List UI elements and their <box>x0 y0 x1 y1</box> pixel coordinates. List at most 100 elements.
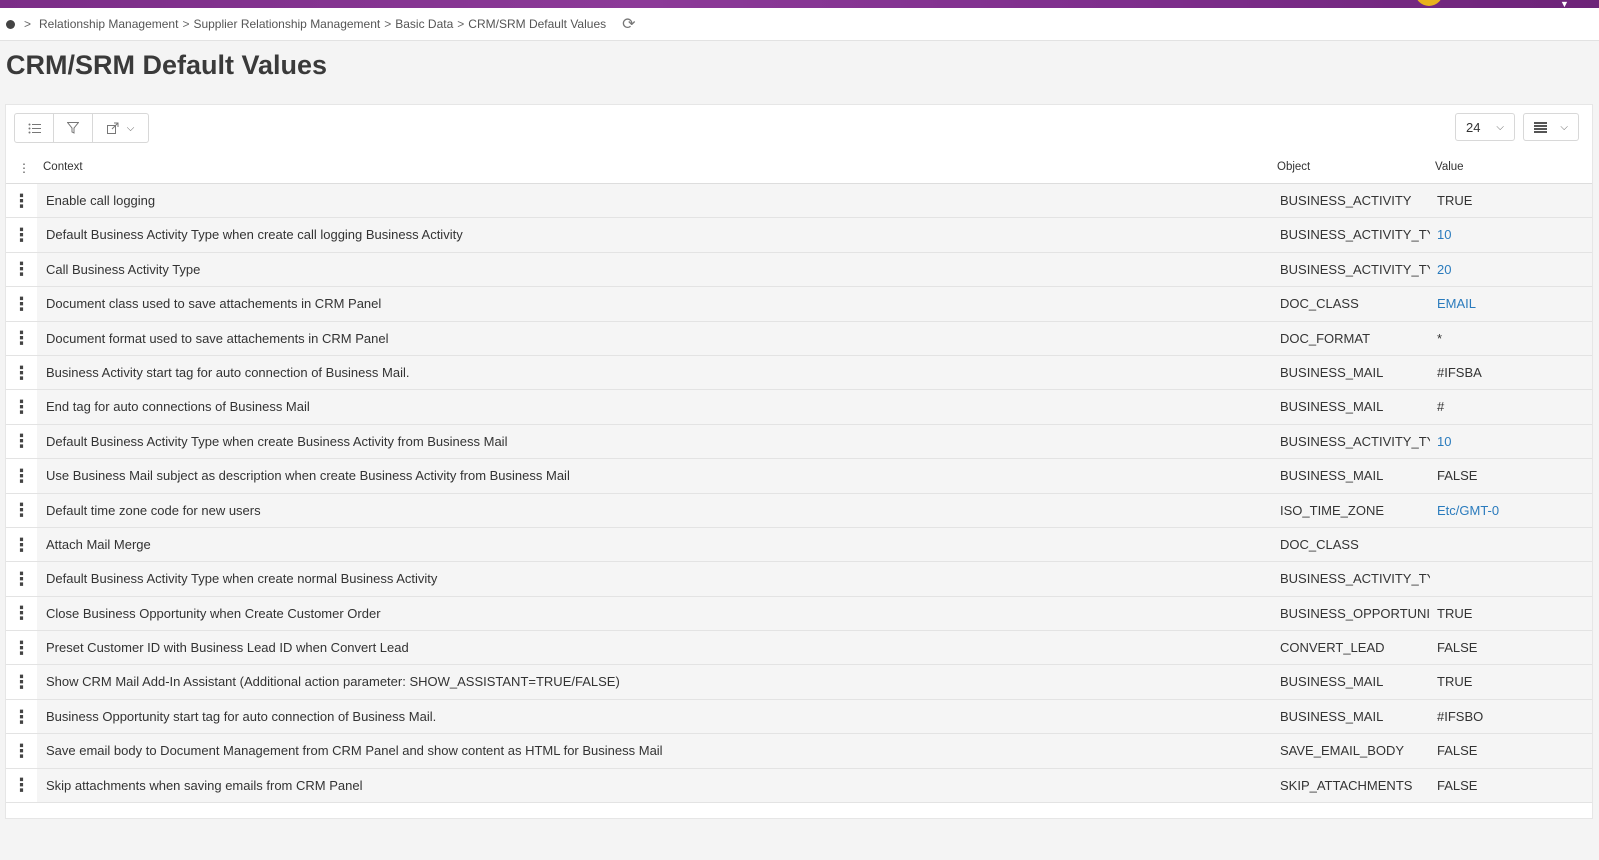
table-row[interactable]: ⋮ Document class used to save attachement… <box>6 287 1592 322</box>
breadcrumb-item-supplier-relationship-management[interactable]: Supplier Relationship Management <box>193 17 380 31</box>
list-view-icon <box>28 123 41 133</box>
column-menu-kebab-icon[interactable]: ⋮ <box>18 161 30 175</box>
cell-value[interactable]: Etc/GMT-0 <box>1437 503 1499 518</box>
cell-object: BUSINESS_ACTIVITY_TYP <box>1280 227 1430 243</box>
page-size-value: 24 <box>1466 119 1481 135</box>
table-row[interactable]: ⋮ Enable call logging BUSINESS_ACTIVITY TRU… <box>6 184 1592 219</box>
kebab-icon[interactable]: ⋮ <box>6 184 37 218</box>
cell-context: Default Business Activity Type when crea… <box>46 571 438 587</box>
kebab-icon[interactable]: ⋮ <box>6 699 37 734</box>
kebab-icon[interactable]: ⋮ <box>6 424 37 459</box>
breadcrumb-separator: > <box>182 17 190 31</box>
density-select[interactable]: ⌵ <box>1523 113 1579 141</box>
cell-context: Use Business Mail subject as description… <box>46 468 570 484</box>
kebab-icon[interactable]: ⋮ <box>6 768 37 803</box>
kebab-icon[interactable]: ⋮ <box>6 321 37 355</box>
cell-context: Default Business Activity Type when crea… <box>46 227 463 243</box>
table-row[interactable]: ⋮ Skip attachments when saving emails fro… <box>6 768 1592 804</box>
breadcrumb-separator: > <box>384 17 392 31</box>
cell-value[interactable]: EMAIL <box>1437 296 1476 311</box>
column-header-value[interactable]: Value <box>1435 161 1464 173</box>
refresh-icon[interactable]: ⟳ <box>622 14 635 34</box>
cell-value: TRUE <box>1437 674 1473 690</box>
table-row[interactable]: ⋮ Default time zone code for new users ISO… <box>6 493 1592 528</box>
table-row[interactable]: ⋮ Attach Mail Merge DOC_CLASS <box>6 527 1592 563</box>
cell-object: BUSINESS_OPPORTUNIT <box>1280 605 1430 621</box>
cell-value: # <box>1437 399 1445 415</box>
cell-value: #IFSBA <box>1437 364 1482 380</box>
kebab-icon[interactable]: ⋮ <box>6 631 37 665</box>
home-dot-icon[interactable] <box>6 19 15 29</box>
kebab-icon[interactable]: ⋮ <box>6 252 37 287</box>
cell-context: Preset Customer ID with Business Lead ID… <box>46 640 409 656</box>
cell-object: SKIP_ATTACHMENTS <box>1280 777 1413 793</box>
kebab-icon[interactable]: ⋮ <box>6 355 37 390</box>
chevron-down-icon: ⌵ <box>1560 121 1568 133</box>
kebab-icon[interactable]: ⋮ <box>6 665 37 699</box>
cell-object: BUSINESS_ACTIVITY_TYP <box>1280 433 1430 449</box>
breadcrumb-item-current: CRM/SRM Default Values <box>468 17 607 31</box>
table-row[interactable]: ⋮ Show CRM Mail Add-In Assistant (Additio… <box>6 665 1592 700</box>
kebab-icon[interactable]: ⋮ <box>6 734 37 768</box>
column-header-context[interactable]: Context <box>43 161 83 173</box>
cell-context: Default time zone code for new users <box>46 502 261 518</box>
table-row[interactable]: ⋮ Close Business Opportunity when Create … <box>6 596 1592 632</box>
kebab-icon[interactable]: ⋮ <box>6 459 37 493</box>
cell-value[interactable]: 10 <box>1437 227 1451 242</box>
cell-value[interactable]: 20 <box>1437 262 1451 277</box>
cell-value: FALSE <box>1437 777 1478 793</box>
cell-object: BUSINESS_ACTIVITY_TYP <box>1280 571 1430 587</box>
table-row[interactable]: ⋮ Business Opportunity start tag for auto… <box>6 699 1592 735</box>
cell-object: BUSINESS_ACTIVITY_TYP <box>1280 261 1430 277</box>
cell-value: FALSE <box>1437 640 1478 656</box>
cell-context: Document class used to save attachements… <box>46 296 382 312</box>
cell-context: Show CRM Mail Add-In Assistant (Addition… <box>46 674 620 690</box>
kebab-icon[interactable]: ⋮ <box>6 287 37 321</box>
table-row[interactable]: ⋮ Default Business Activity Type when cre… <box>6 562 1592 597</box>
table-row[interactable]: ⋮ Default Business Activity Type when cre… <box>6 218 1592 253</box>
list-view-button[interactable] <box>15 114 54 142</box>
cell-context: Attach Mail Merge <box>46 536 151 552</box>
kebab-icon[interactable]: ⋮ <box>6 596 37 631</box>
breadcrumb-separator: > <box>457 17 465 31</box>
export-button[interactable]: ⌵ <box>93 114 148 142</box>
kebab-icon[interactable]: ⋮ <box>6 493 37 527</box>
table-panel: ⌵ 24 ⌵ ⌵ ⋮ Context Object Value ⋮ Enable … <box>5 104 1593 819</box>
cell-value[interactable]: 10 <box>1437 434 1451 449</box>
cell-context: Enable call logging <box>46 193 156 208</box>
cell-context: Default Business Activity Type when crea… <box>46 433 508 449</box>
cell-object: CONVERT_LEAD <box>1280 640 1385 656</box>
table-row[interactable]: ⋮ Call Business Activity Type BUSINESS_ACT… <box>6 252 1592 288</box>
table-row[interactable]: ⋮ Use Business Mail subject as descriptio… <box>6 459 1592 494</box>
table-row[interactable]: ⋮ Save email body to Document Management … <box>6 734 1592 769</box>
export-icon <box>106 122 119 134</box>
column-header-object[interactable]: Object <box>1277 161 1310 173</box>
table-row[interactable]: ⋮ Preset Customer ID with Business Lead I… <box>6 631 1592 666</box>
breadcrumb-item-relationship-management[interactable]: Relationship Management <box>39 17 178 31</box>
chevron-down-icon: ⌵ <box>1496 121 1504 133</box>
kebab-icon[interactable]: ⋮ <box>6 562 37 596</box>
cell-object: BUSINESS_MAIL <box>1280 468 1384 484</box>
filter-icon <box>67 122 79 134</box>
filter-button[interactable] <box>54 114 93 142</box>
cell-context: Close Business Opportunity when Create C… <box>46 605 381 621</box>
cell-object: SAVE_EMAIL_BODY <box>1280 743 1405 759</box>
breadcrumb-separator: > <box>24 17 32 31</box>
page-size-select[interactable]: 24 ⌵ <box>1455 113 1515 141</box>
cell-object: BUSINESS_MAIL <box>1280 674 1384 690</box>
table-row[interactable]: ⋮ Business Activity start tag for auto co… <box>6 355 1592 391</box>
table-row[interactable]: ⋮ Document format used to save attachemen… <box>6 321 1592 356</box>
cell-value: TRUE <box>1437 605 1473 621</box>
kebab-icon[interactable]: ⋮ <box>6 390 37 424</box>
cell-value: * <box>1437 330 1443 346</box>
kebab-icon[interactable]: ⋮ <box>6 527 37 562</box>
breadcrumb-item-basic-data[interactable]: Basic Data <box>395 17 453 31</box>
cell-context: Business Activity start tag for auto con… <box>46 364 410 380</box>
kebab-icon[interactable]: ⋮ <box>6 218 37 252</box>
table-row[interactable]: ⋮ End tag for auto connections of Busines… <box>6 390 1592 425</box>
cell-object: BUSINESS_MAIL <box>1280 399 1384 415</box>
user-avatar[interactable] <box>1415 0 1443 6</box>
table-row[interactable]: ⋮ Default Business Activity Type when cre… <box>6 424 1592 460</box>
cell-object: DOC_CLASS <box>1280 536 1359 552</box>
cell-value: #IFSBO <box>1437 708 1484 724</box>
